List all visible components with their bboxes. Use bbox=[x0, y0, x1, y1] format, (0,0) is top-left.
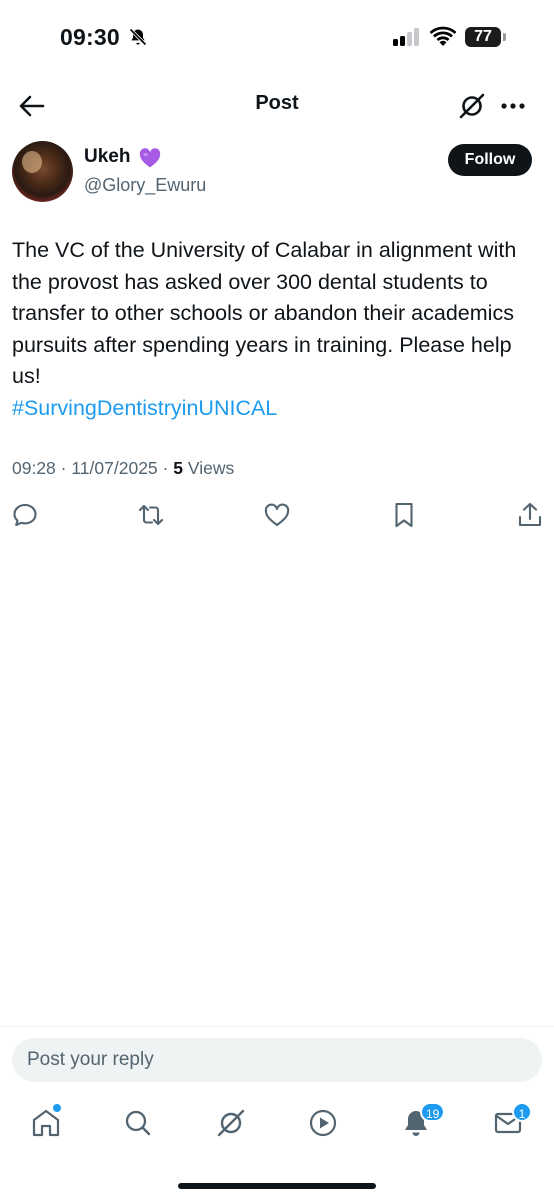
meta-separator: · bbox=[60, 458, 67, 478]
post-date: 11/07/2025 bbox=[71, 458, 158, 478]
battery-icon: 77 bbox=[465, 27, 501, 47]
avatar[interactable] bbox=[12, 141, 73, 202]
share-icon[interactable] bbox=[515, 500, 545, 530]
header: Post bbox=[0, 80, 554, 132]
battery-level: 77 bbox=[474, 28, 492, 45]
notifications-badge: 19 bbox=[420, 1102, 446, 1122]
follow-button[interactable]: Follow bbox=[448, 144, 532, 176]
bottom-nav: 19 1 bbox=[0, 1100, 554, 1150]
signal-icon bbox=[393, 28, 423, 46]
author-name[interactable]: Ukeh bbox=[84, 146, 130, 168]
avatar-highlight bbox=[22, 151, 42, 173]
repost-icon[interactable] bbox=[136, 500, 166, 530]
divider bbox=[0, 1026, 554, 1027]
views-label: Views bbox=[187, 458, 235, 478]
home-indicator bbox=[178, 1183, 376, 1189]
bell-slash-icon bbox=[129, 28, 147, 46]
search-icon[interactable] bbox=[121, 1106, 155, 1140]
post-text: The VC of the University of Calabar in a… bbox=[12, 235, 532, 424]
more-horizontal-icon[interactable] bbox=[498, 91, 528, 121]
meta-separator: · bbox=[162, 458, 169, 478]
home-unread-dot bbox=[53, 1104, 61, 1112]
hashtag-link[interactable]: #SurvingDentistryinUNICAL bbox=[12, 393, 532, 425]
like-icon[interactable] bbox=[262, 500, 292, 530]
reply-icon[interactable] bbox=[10, 500, 40, 530]
post-actions bbox=[0, 500, 554, 530]
video-icon[interactable] bbox=[306, 1106, 340, 1140]
status-time: 09:30 bbox=[60, 24, 120, 50]
reply-input[interactable] bbox=[12, 1038, 542, 1082]
grok-icon[interactable] bbox=[214, 1106, 248, 1140]
status-bar: 09:30 77 bbox=[0, 0, 554, 76]
post-body: The VC of the University of Calabar in a… bbox=[12, 238, 517, 388]
bookmark-icon[interactable] bbox=[389, 500, 419, 530]
views-count: 5 bbox=[173, 458, 183, 478]
messages-badge: 1 bbox=[512, 1102, 532, 1122]
battery-cap bbox=[503, 33, 506, 41]
post-meta: 09:28 · 11/07/2025 · 5 Views bbox=[12, 458, 234, 479]
post-time: 09:28 bbox=[12, 458, 56, 478]
grok-icon[interactable] bbox=[457, 91, 487, 121]
wifi-icon bbox=[430, 26, 456, 46]
purple-heart-emoji bbox=[139, 148, 161, 168]
author-handle[interactable]: @Glory_Ewuru bbox=[84, 175, 206, 196]
